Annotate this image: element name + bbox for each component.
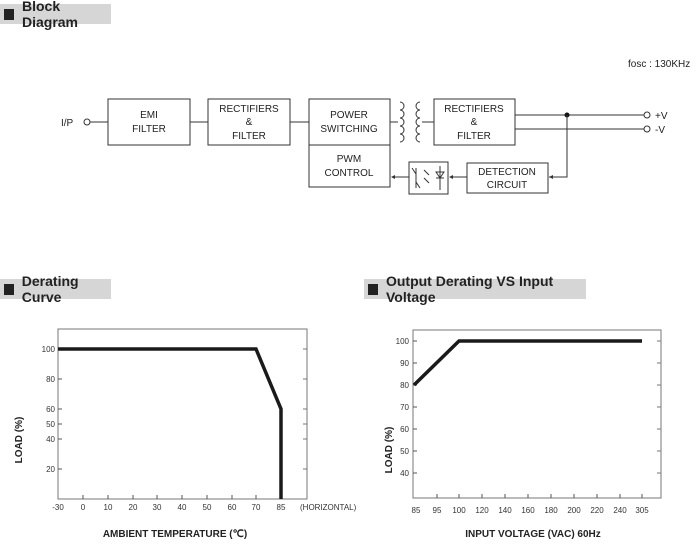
x-tick-label: 140 xyxy=(498,506,512,515)
y-tick-label: 100 xyxy=(396,337,410,346)
output-derating-line xyxy=(412,339,642,387)
x-tick-label: 240 xyxy=(613,506,627,515)
y-tick-label: 40 xyxy=(400,469,409,478)
y-tick-label: 70 xyxy=(400,403,409,412)
y-tick-label: 60 xyxy=(400,425,409,434)
x-tick-label: 95 xyxy=(433,506,442,515)
x-tick-label: 160 xyxy=(521,506,535,515)
x-tick-label: 85 xyxy=(412,506,421,515)
x-tick-label: 220 xyxy=(590,506,604,515)
plot-frame xyxy=(412,329,662,499)
x-tick-label: 100 xyxy=(452,506,466,515)
output-derating-chart: 85 95 100 120 140 160 180 200 220 240 305 40 50 60 70… xyxy=(384,329,662,540)
x-tick-label: 120 xyxy=(475,506,489,515)
x-tick-label: 180 xyxy=(544,506,558,515)
y-tick-label: 90 xyxy=(400,359,409,368)
y-axis-title: LOAD (%) xyxy=(384,427,395,474)
x-tick-label: 305 xyxy=(635,506,649,515)
x-tick-label: 200 xyxy=(567,506,581,515)
x-axis-title: INPUT VOLTAGE (VAC) 60Hz xyxy=(465,529,601,540)
y-tick-label: 80 xyxy=(400,381,409,390)
y-tick-label: 50 xyxy=(400,447,409,456)
